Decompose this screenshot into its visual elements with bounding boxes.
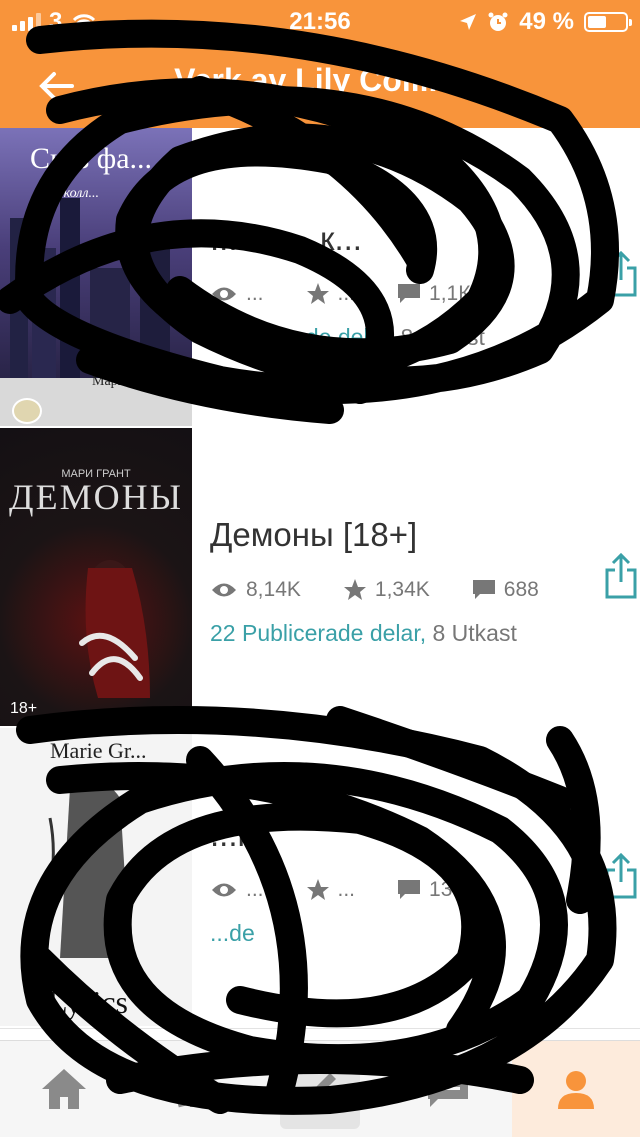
cover-title: Lyrics: [48, 984, 128, 1020]
book-cover[interactable]: Сказ фа... О колл... Мари Грант: [0, 128, 192, 426]
badge-icon: [12, 398, 42, 424]
book-cover[interactable]: МАРИ ГРАНТ ДЕМОНЫ 18+: [0, 428, 192, 726]
alarm-icon: [488, 12, 508, 31]
tab-bar: [0, 1040, 640, 1137]
cover-subtitle: О колл...: [50, 186, 99, 201]
cover-author: Мари Грант: [92, 374, 163, 389]
views-count: 8,14K: [246, 578, 301, 601]
tab-home[interactable]: [0, 1041, 128, 1137]
status-bar: 3 21:56 49 %: [0, 0, 640, 40]
views-count: ...: [246, 282, 264, 305]
star-icon: [306, 283, 329, 304]
home-icon: [42, 1069, 86, 1109]
eye-icon: [212, 583, 236, 597]
cover-title: Сказ фа...: [30, 142, 153, 175]
book-title[interactable]: ...rs: [210, 816, 494, 854]
pencil-icon: [304, 1073, 336, 1105]
location-icon: [460, 14, 477, 30]
votes-count: 1,34K: [374, 578, 430, 601]
page-title: Verk av Lily Collins: [174, 62, 466, 98]
tab-library[interactable]: [128, 1041, 256, 1137]
published-parts: Publicerade delar,: [210, 324, 395, 350]
age-badge: 18+: [10, 700, 38, 717]
published-parts: 22 Publicerade delar,: [210, 620, 427, 646]
battery-icon: [584, 12, 632, 32]
votes-count: ...: [337, 878, 356, 901]
draft-parts: 8 Utkast: [432, 620, 517, 646]
book-title[interactable]: ... ... ... к...: [210, 220, 512, 258]
book-row[interactable]: Marie Gr... Lyrics ...rs ... ... 13 ...d…: [0, 728, 640, 1029]
book-title[interactable]: Демоны [18+]: [210, 516, 581, 554]
battery-percent: 49 %: [519, 8, 574, 35]
share-icon[interactable]: [604, 852, 638, 900]
book-cover[interactable]: Marie Gr... Lyrics: [0, 728, 192, 1026]
star-icon: [343, 579, 366, 600]
comment-icon: [472, 580, 495, 599]
cover-figure: [79, 560, 150, 698]
cover-figure: [38, 780, 130, 958]
app-header: 3 21:56 49 % Verk av Lily Collins: [0, 0, 640, 128]
share-icon[interactable]: [604, 250, 638, 298]
comments-count: 1,1К: [429, 282, 471, 305]
comments-count: 688: [503, 578, 539, 601]
comment-icon: [398, 880, 421, 899]
comment-icon: [398, 284, 421, 303]
tab-write[interactable]: [256, 1041, 384, 1137]
tab-messages[interactable]: [384, 1041, 512, 1137]
library-icon: [169, 1070, 212, 1108]
eye-icon: [212, 883, 236, 897]
comments-count: 13: [429, 878, 453, 901]
write-button-bg: [280, 1049, 360, 1129]
published-parts: ...de: [210, 920, 255, 946]
book-row[interactable]: МАРИ ГРАНТ ДЕМОНЫ 18+ Демоны [18+] 8,14K…: [0, 428, 640, 729]
views-count: ...: [246, 878, 264, 901]
tab-profile[interactable]: [512, 1041, 640, 1137]
share-icon[interactable]: [604, 552, 638, 600]
profile-icon: [558, 1071, 594, 1109]
eye-icon: [212, 287, 236, 301]
votes-count: ...: [337, 282, 356, 305]
star-icon: [306, 879, 329, 900]
book-row[interactable]: Сказ фа... О колл... Мари Грант ... ... …: [0, 128, 640, 429]
chat-icon: [428, 1071, 468, 1107]
draft-parts: 8 Utkast: [400, 324, 485, 350]
